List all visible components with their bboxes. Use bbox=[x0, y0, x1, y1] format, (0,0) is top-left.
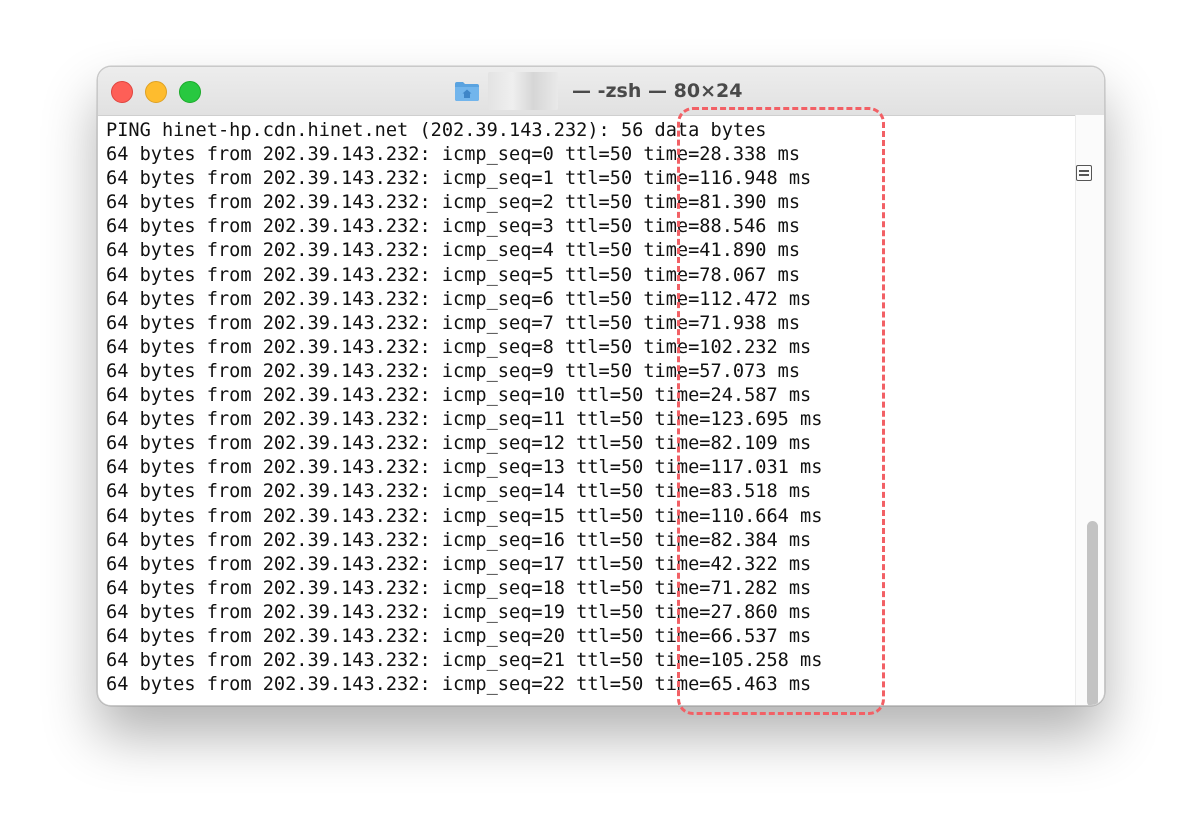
minimize-button[interactable] bbox=[145, 81, 167, 103]
ping-reply-line: 64 bytes from 202.39.143.232: icmp_seq=1… bbox=[106, 529, 812, 551]
ping-reply-line: 64 bytes from 202.39.143.232: icmp_seq=9… bbox=[106, 360, 801, 382]
scrollbar-thumb[interactable] bbox=[1087, 521, 1098, 705]
ping-reply-line: 64 bytes from 202.39.143.232: icmp_seq=1… bbox=[106, 553, 812, 575]
ping-reply-line: 64 bytes from 202.39.143.232: icmp_seq=2… bbox=[106, 192, 801, 214]
home-folder-icon bbox=[455, 82, 479, 101]
ping-reply-line: 64 bytes from 202.39.143.232: icmp_seq=5… bbox=[106, 264, 801, 286]
terminal-window: — -zsh — 80×24 PING hinet-hp.cdn.hinet.n… bbox=[97, 66, 1105, 706]
terminal-output[interactable]: PING hinet-hp.cdn.hinet.net (202.39.143.… bbox=[106, 119, 1076, 699]
ping-reply-line: 64 bytes from 202.39.143.232: icmp_seq=7… bbox=[106, 312, 801, 334]
window-title-text: — -zsh — 80×24 bbox=[572, 80, 743, 102]
ping-reply-line: 64 bytes from 202.39.143.232: icmp_seq=1… bbox=[106, 168, 812, 190]
scrollbar[interactable] bbox=[1075, 115, 1104, 705]
close-button[interactable] bbox=[111, 81, 133, 103]
window-title: — -zsh — 80×24 bbox=[454, 72, 743, 110]
ping-reply-line: 64 bytes from 202.39.143.232: icmp_seq=1… bbox=[106, 601, 812, 623]
ping-reply-line: 64 bytes from 202.39.143.232: icmp_seq=4… bbox=[106, 240, 801, 262]
ping-reply-line: 64 bytes from 202.39.143.232: icmp_seq=1… bbox=[106, 433, 812, 455]
ping-reply-line: 64 bytes from 202.39.143.232: icmp_seq=1… bbox=[106, 481, 812, 503]
ping-reply-line: 64 bytes from 202.39.143.232: icmp_seq=2… bbox=[106, 674, 812, 696]
ping-reply-line: 64 bytes from 202.39.143.232: icmp_seq=0… bbox=[106, 144, 801, 166]
ping-reply-line: 64 bytes from 202.39.143.232: icmp_seq=2… bbox=[106, 625, 812, 647]
ping-reply-line: 64 bytes from 202.39.143.232: icmp_seq=1… bbox=[106, 385, 812, 407]
ping-reply-line: 64 bytes from 202.39.143.232: icmp_seq=3… bbox=[106, 216, 801, 238]
ping-reply-line: 64 bytes from 202.39.143.232: icmp_seq=1… bbox=[106, 409, 823, 431]
zoom-button[interactable] bbox=[179, 81, 201, 103]
title-bar[interactable]: — -zsh — 80×24 bbox=[98, 67, 1104, 116]
ping-reply-line: 64 bytes from 202.39.143.232: icmp_seq=6… bbox=[106, 288, 812, 310]
scroll-menu-icon[interactable] bbox=[1076, 165, 1092, 181]
redacted-username bbox=[488, 72, 558, 110]
ping-reply-line: 64 bytes from 202.39.143.232: icmp_seq=2… bbox=[106, 650, 823, 672]
ping-reply-line: 64 bytes from 202.39.143.232: icmp_seq=1… bbox=[106, 505, 823, 527]
ping-reply-line: 64 bytes from 202.39.143.232: icmp_seq=8… bbox=[106, 336, 812, 358]
ping-header-line: PING hinet-hp.cdn.hinet.net (202.39.143.… bbox=[106, 120, 767, 141]
ping-reply-line: 64 bytes from 202.39.143.232: icmp_seq=1… bbox=[106, 577, 812, 599]
ping-reply-line: 64 bytes from 202.39.143.232: icmp_seq=1… bbox=[106, 457, 823, 479]
